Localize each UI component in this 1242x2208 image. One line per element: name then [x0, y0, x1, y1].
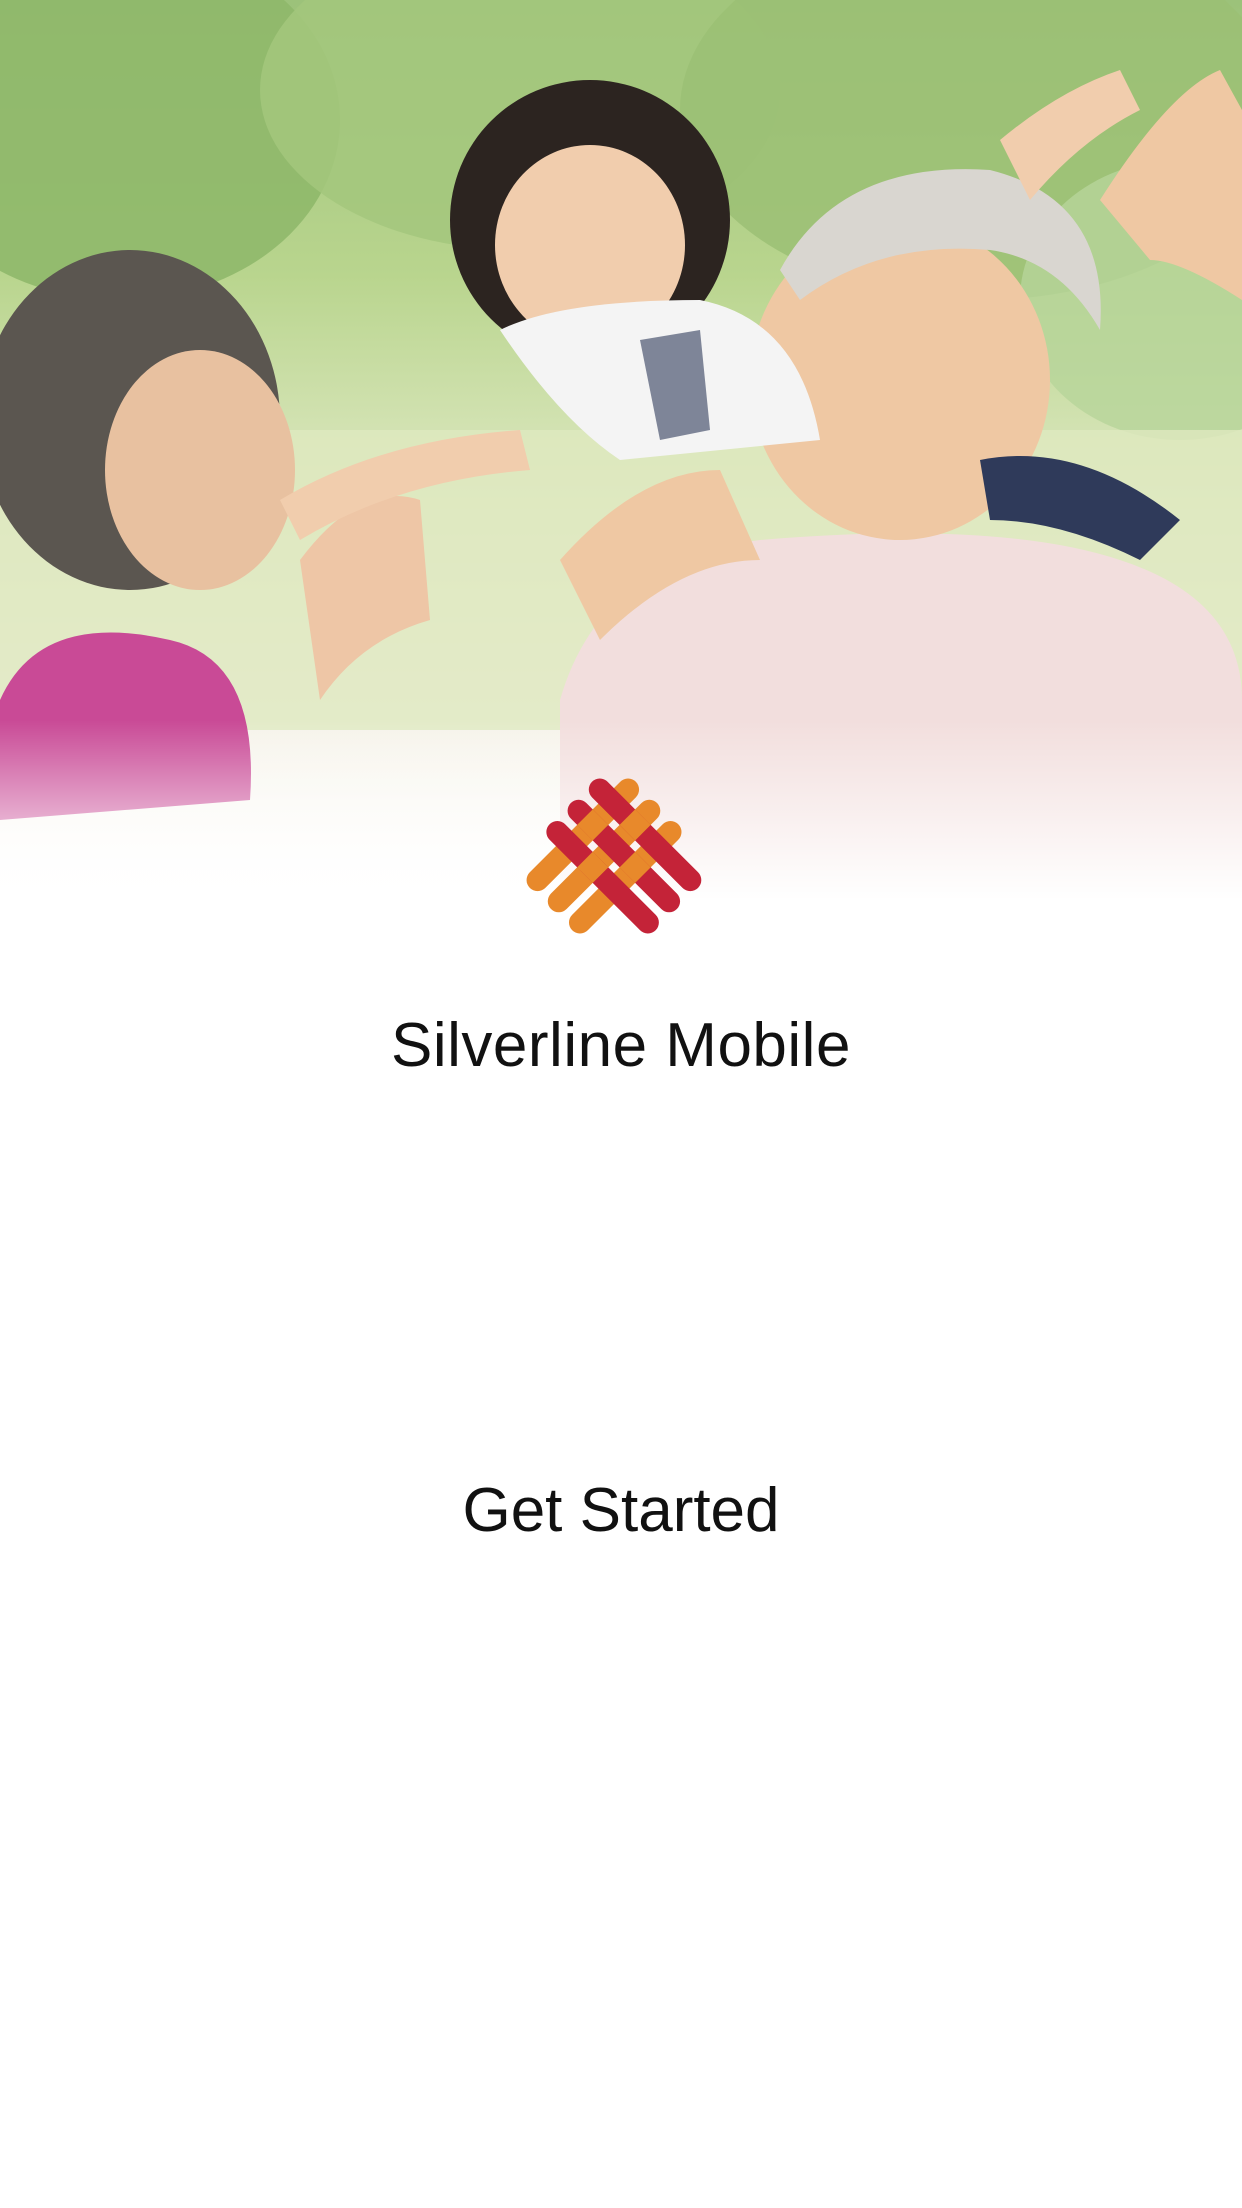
- splash-screen: Silverline Mobile Get Started: [0, 0, 1242, 2208]
- get-started-button[interactable]: Get Started: [371, 1460, 871, 1560]
- woven-heart-logo-icon: [526, 778, 702, 934]
- app-title: Silverline Mobile: [391, 1011, 851, 1080]
